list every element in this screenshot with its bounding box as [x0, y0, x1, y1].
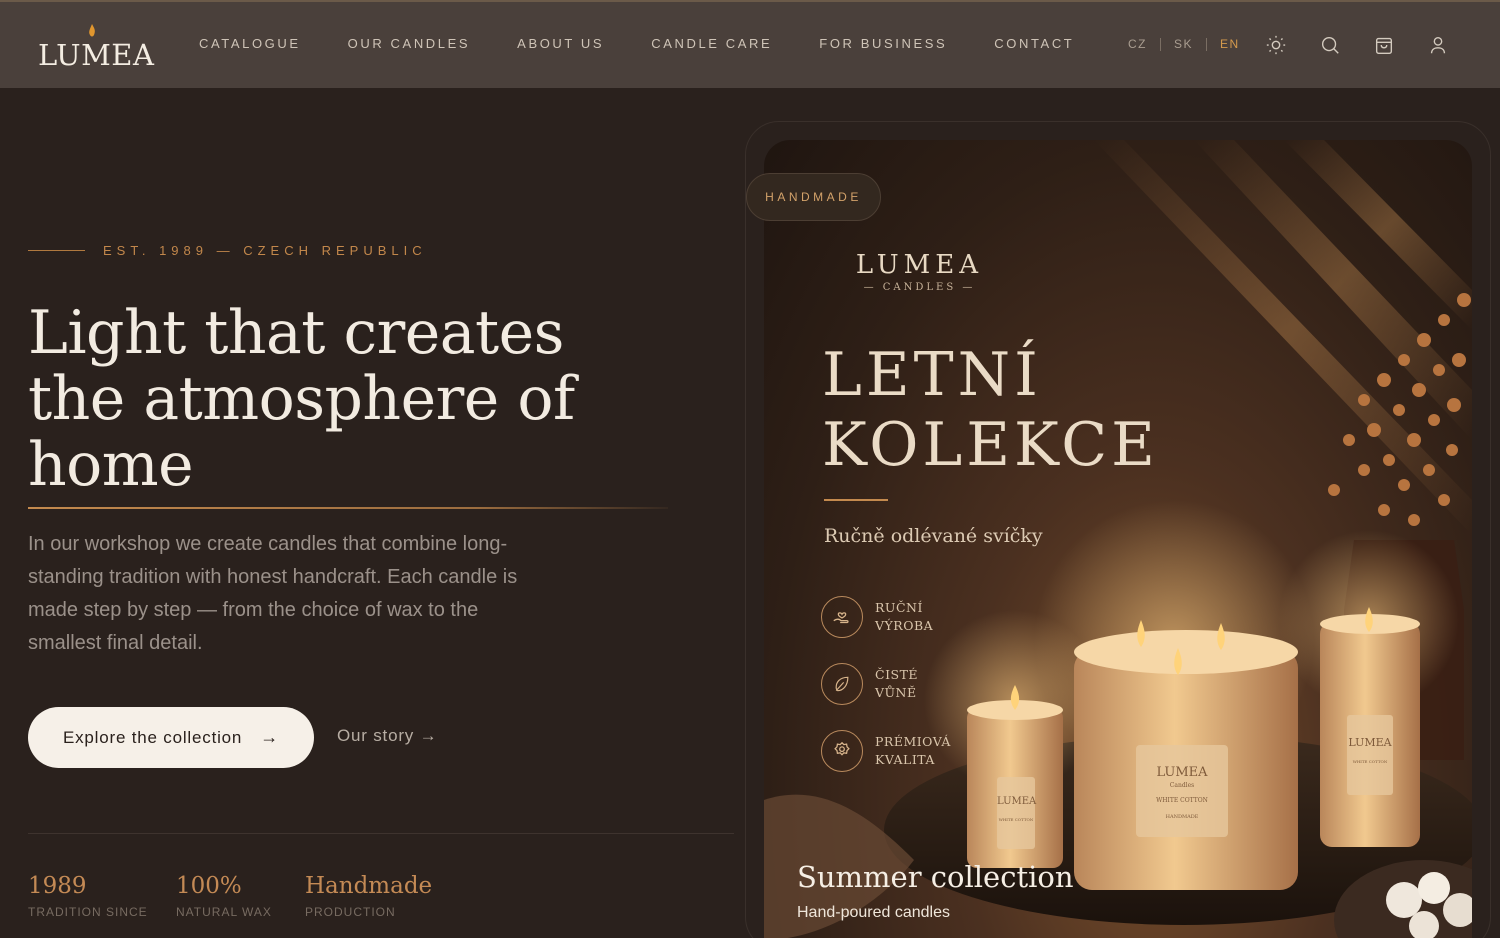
card-subline: Ručně odlévané svíčky — [824, 525, 1043, 547]
feature-line-2: VÝROBA — [875, 618, 934, 633]
language-switcher: CZ SK EN — [1128, 37, 1240, 51]
explore-collection-label: Explore the collection — [62, 727, 243, 747]
candle-label-brand: LUMEA — [997, 796, 1037, 807]
nav-about-us[interactable]: ABOUT US — [517, 36, 604, 51]
eyebrow-text: EST. 1989 — CZECH REPUBLIC — [103, 243, 427, 258]
feature-quality: PRÉMIOVÁ KVALITA — [821, 730, 951, 772]
stat-label: NATURAL WAX — [176, 905, 272, 919]
lang-en[interactable]: EN — [1220, 37, 1240, 51]
promo-card[interactable]: LUMEA Candles WHITE COTTON HANDMADE LUME… — [764, 140, 1472, 938]
card-headline: LETNÍ KOLEKCE — [822, 340, 1159, 480]
candle-label-brand: LUMEA — [1348, 736, 1392, 749]
flame-icon — [89, 24, 95, 37]
stats-divider — [28, 833, 734, 834]
user-icon — [1430, 36, 1446, 54]
feature-line-1: RUČNÍ — [875, 600, 923, 615]
sun-icon — [1266, 35, 1286, 55]
feature-line-1: ČISTÉ — [875, 667, 919, 682]
search-icon — [1321, 36, 1339, 54]
lang-separator — [1160, 37, 1161, 51]
hero-title: Light that creates the atmosphere of hom… — [28, 298, 575, 500]
top-nav: LUMEA CATALOGUE OUR CANDLES ABOUT US CAN… — [0, 0, 1500, 88]
lang-separator — [1206, 37, 1208, 51]
leaf-icon — [821, 663, 863, 705]
arrow-right-icon: → — [260, 727, 279, 747]
our-story-link[interactable]: Our story → — [337, 726, 437, 746]
feature-line-2: KVALITA — [875, 752, 935, 767]
eyebrow-line — [28, 250, 85, 251]
candle-large — [1074, 620, 1298, 890]
candle-label-scent: WHITE COTTON — [1156, 797, 1208, 804]
candle-tall — [1320, 607, 1420, 847]
hand-heart-icon — [821, 596, 863, 638]
theme-toggle-button[interactable] — [1264, 33, 1288, 57]
brand-name: LUMEA — [38, 38, 155, 72]
candle-label-scent: WHITE COTTON — [1352, 759, 1388, 764]
card-logo: LUMEA — CANDLES — — [852, 250, 987, 293]
account-button[interactable] — [1426, 33, 1450, 57]
headline-rule — [824, 499, 888, 501]
nav-candle-care[interactable]: CANDLE CARE — [651, 36, 772, 51]
nav-contact[interactable]: CONTACT — [994, 36, 1074, 51]
handmade-badge: HANDMADE — [746, 173, 881, 221]
badge-star-icon — [821, 730, 863, 772]
lang-cz[interactable]: CZ — [1128, 37, 1147, 51]
candle-label-sub: Candles — [1169, 782, 1195, 789]
nav-catalogue[interactable]: CATALOGUE — [199, 36, 301, 51]
feature-handmade: RUČNÍ VÝROBA — [821, 596, 933, 638]
headline-line-2: KOLEKCE — [822, 410, 1159, 480]
search-button[interactable] — [1318, 33, 1342, 57]
card-logo-word: LUMEA — [855, 250, 984, 280]
candle-label-tall: LUMEA WHITE COTTON — [1347, 736, 1393, 764]
headline-line-1: LETNÍ — [822, 340, 1042, 410]
hero-eyebrow: EST. 1989 — CZECH REPUBLIC — [28, 243, 427, 258]
stat-natural-wax: 100% NATURAL WAX — [176, 873, 272, 919]
hero-lead: In our workshop we create candles that c… — [28, 533, 518, 654]
candle-label-small: LUMEA WHITE COTTON — [997, 796, 1037, 822]
card-caption: Summer collection Hand-poured candles — [797, 860, 1074, 922]
candle-small — [967, 685, 1063, 868]
caption-subtitle: Hand-poured candles — [797, 904, 950, 921]
stat-label: PRODUCTION — [305, 905, 396, 919]
candle-label-brand: LUMEA — [1156, 765, 1208, 780]
candle-label-made: HANDMADE — [1165, 814, 1199, 820]
feature-scents: ČISTÉ VŮNĚ — [821, 663, 918, 705]
candle-label-large: LUMEA Candles WHITE COTTON HANDMADE — [1136, 765, 1228, 820]
cart-icon — [1375, 37, 1393, 54]
stat-value: Handmade — [305, 873, 433, 899]
brand-logo[interactable]: LUMEA — [38, 22, 154, 72]
nav-our-candles[interactable]: OUR CANDLES — [348, 36, 471, 51]
stat-tradition: 1989 TRADITION SINCE — [28, 873, 148, 919]
feature-line-1: PRÉMIOVÁ — [875, 734, 951, 749]
stat-label: TRADITION SINCE — [28, 905, 148, 919]
candle-label-scent: WHITE COTTON — [998, 817, 1034, 822]
title-underline — [28, 507, 668, 509]
caption-title: Summer collection — [797, 860, 1074, 894]
main-menu: CATALOGUE OUR CANDLES ABOUT US CANDLE CA… — [199, 36, 1121, 51]
card-logo-sub: — CANDLES — — [863, 282, 976, 293]
feature-line-2: VŮNĚ — [875, 685, 917, 700]
stat-value: 1989 — [28, 873, 87, 899]
nav-for-business[interactable]: FOR BUSINESS — [819, 36, 947, 51]
explore-collection-button[interactable]: Explore the collection → — [28, 707, 314, 768]
cart-button[interactable] — [1372, 33, 1396, 57]
stat-handmade: Handmade PRODUCTION — [305, 873, 432, 919]
stat-value: 100% — [176, 873, 242, 899]
lang-sk[interactable]: SK — [1174, 37, 1193, 51]
